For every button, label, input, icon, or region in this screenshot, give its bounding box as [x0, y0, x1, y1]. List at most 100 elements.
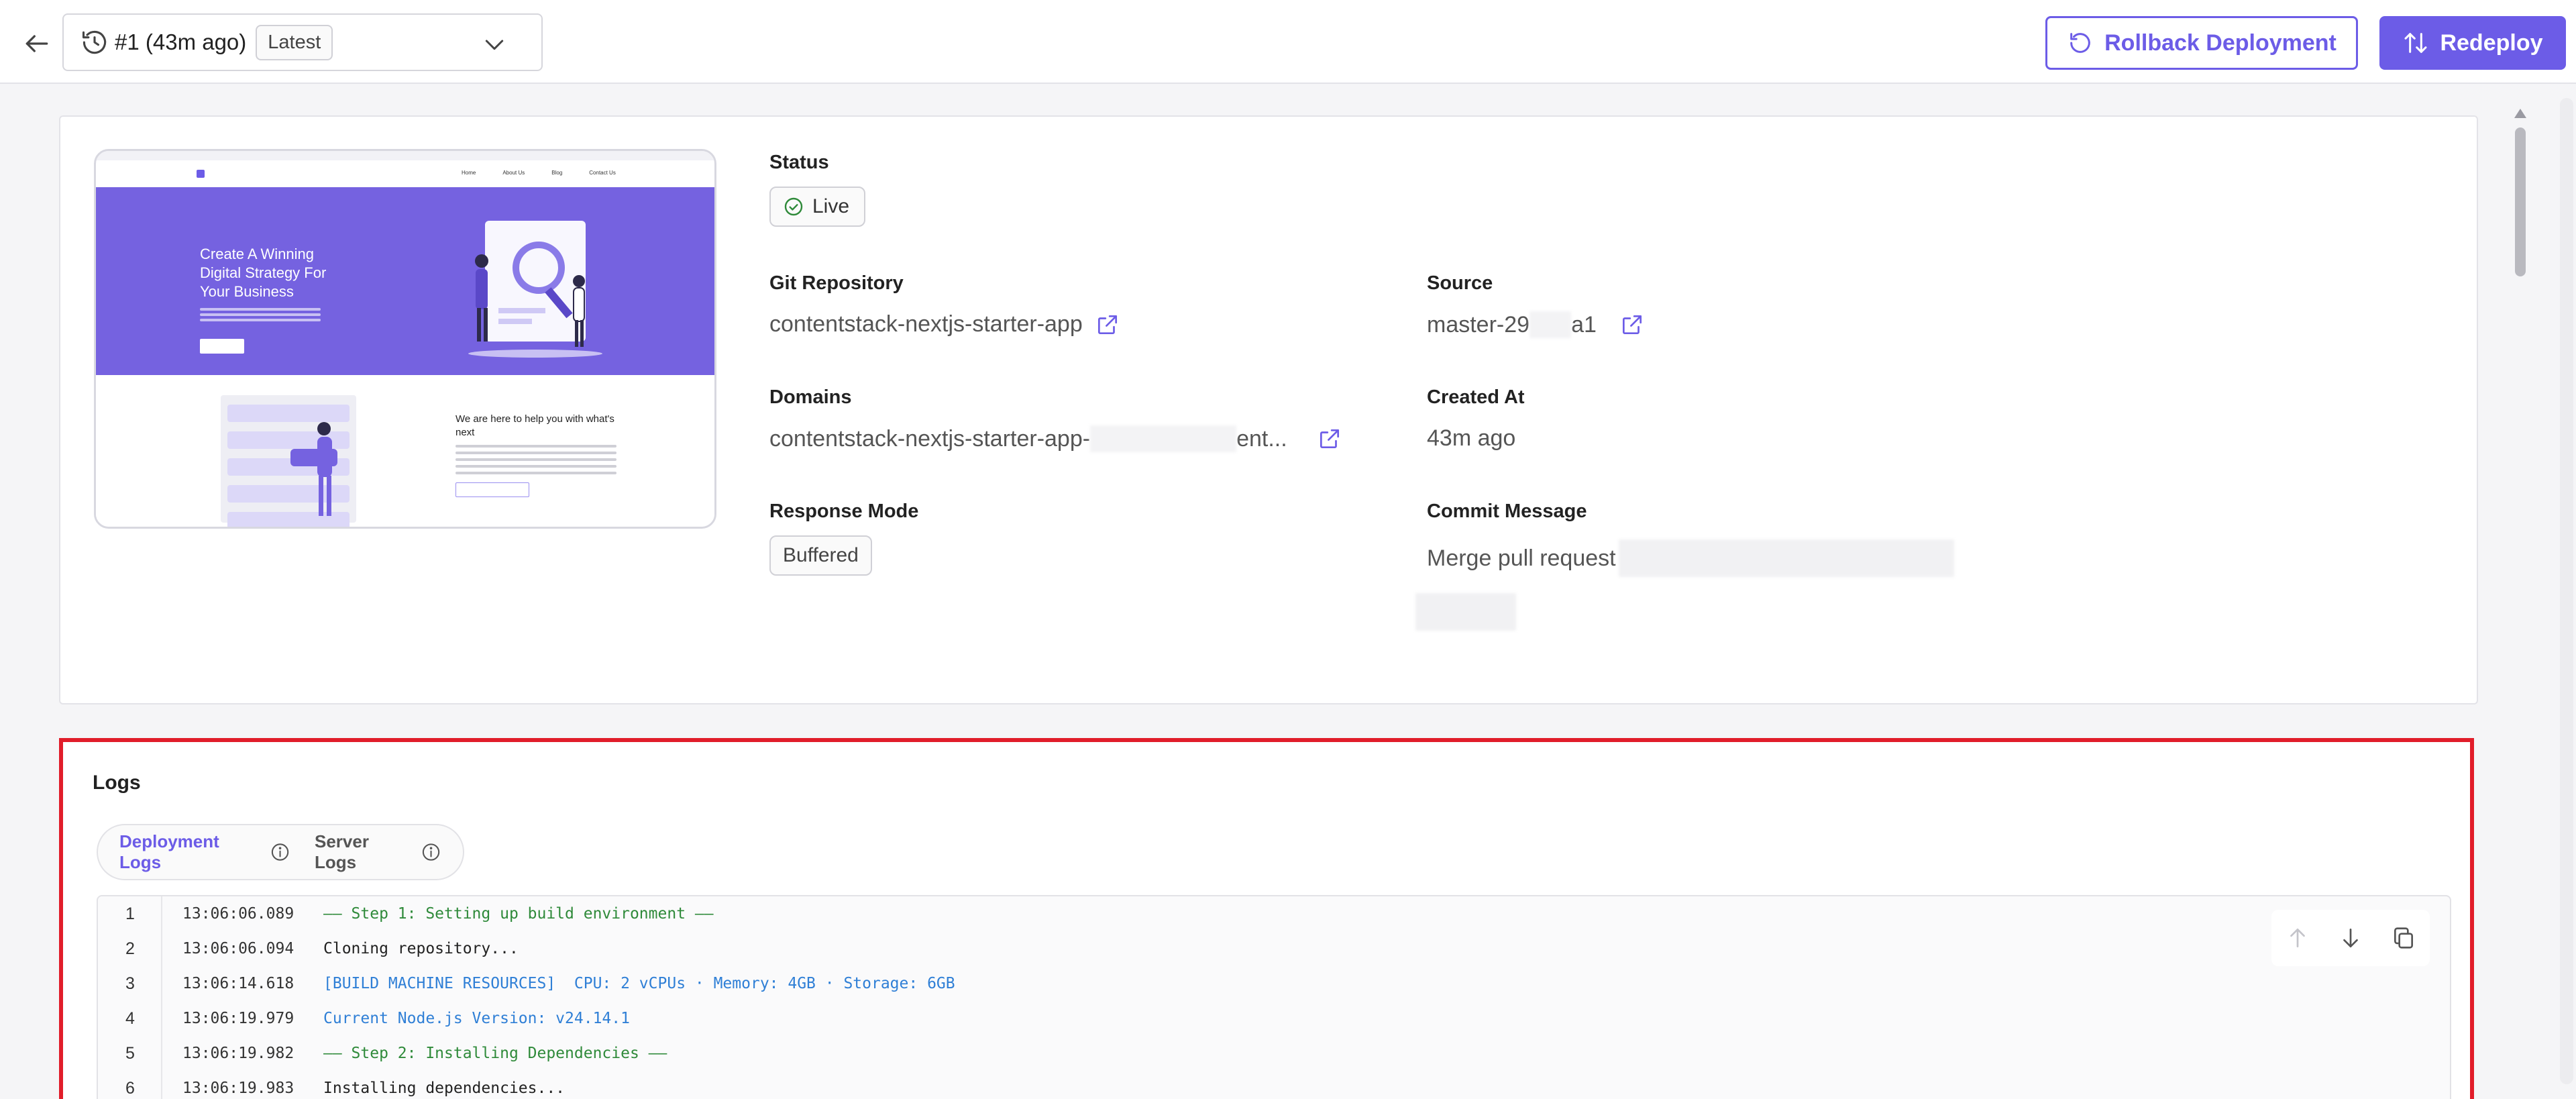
tab-deployment-logs-label: Deployment Logs — [119, 831, 219, 872]
rollback-icon — [2070, 33, 2090, 53]
preview-nav-link: Contact Us — [589, 170, 616, 176]
log-line: 3 13:06:14.618 [BUILD MACHINE RESOURCES]… — [98, 966, 2450, 1001]
log-timestamp: 13:06:19.983 — [182, 1080, 294, 1097]
log-line: 6 13:06:19.983 Installing dependencies..… — [98, 1071, 2450, 1099]
preview-help-text — [455, 445, 616, 478]
logs-title: Logs — [93, 772, 141, 794]
top-bar: #1 (43m ago) Latest Rollback Deployment … — [0, 0, 2576, 84]
domains-label: Domains — [769, 386, 852, 408]
external-link-icon[interactable] — [1317, 426, 1342, 452]
domains-text-start: contentstack-nextjs-starter-app- — [769, 425, 1091, 452]
log-message: Cloning repository... — [323, 940, 519, 957]
site-preview-thumbnail[interactable]: Home About Us Blog Contact Us Create A W… — [94, 149, 716, 529]
source-text-start: master-29 — [1427, 311, 1530, 337]
git-repository-text: contentstack-nextjs-starter-app — [769, 311, 1083, 337]
copy-logs-button[interactable] — [2389, 923, 2418, 953]
log-message: [BUILD MACHINE RESOURCES] CPU: 2 vCPUs ·… — [323, 975, 955, 992]
commit-message-value: Merge pull request — [1427, 539, 1954, 577]
history-icon — [82, 30, 107, 54]
log-timestamp: 13:06:06.089 — [182, 905, 294, 923]
tab-deployment-logs[interactable]: Deployment Logs — [107, 822, 303, 882]
redeploy-icon — [2404, 33, 2427, 53]
status-badge: Live — [769, 187, 866, 227]
log-timestamp: 13:06:19.979 — [182, 1010, 294, 1027]
status-label: Status — [769, 152, 829, 173]
back-arrow-icon — [25, 35, 48, 52]
source-text-end: a1 — [1571, 311, 1597, 337]
arrow-down-icon — [2343, 928, 2358, 948]
scrollbar-thumb[interactable] — [2515, 127, 2526, 276]
log-message: Current Node.js Version: v24.14.1 — [323, 1010, 630, 1027]
logs-tab-group: Deployment Logs Server Logs — [97, 824, 464, 880]
scroll-to-top-button[interactable] — [2283, 923, 2312, 953]
preview-hero-title: Create A Winning Digital Strategy For Yo… — [200, 246, 327, 300]
deployment-log-viewer[interactable]: 1 13:06:06.089 —— Step 1: Setting up bui… — [97, 895, 2451, 1099]
redacted-text — [1415, 593, 1516, 631]
preview-lower-section: We are here to help you with what's next — [96, 375, 714, 527]
info-icon[interactable] — [421, 841, 441, 863]
copy-icon — [2394, 927, 2413, 949]
git-repository-value: contentstack-nextjs-starter-app — [769, 311, 1120, 337]
log-timestamp: 13:06:19.982 — [182, 1045, 294, 1062]
back-button[interactable] — [19, 25, 55, 62]
log-message: Installing dependencies... — [323, 1080, 566, 1097]
window-scrollbar[interactable] — [2560, 98, 2573, 1084]
created-at-value: 43m ago — [1427, 425, 1516, 451]
log-line: 5 13:06:19.982 —— Step 2: Installing Dep… — [98, 1036, 2450, 1071]
preview-help-button — [455, 482, 529, 497]
log-timestamp: 13:06:06.094 — [182, 940, 294, 957]
log-timestamp: 13:06:14.618 — [182, 975, 294, 992]
preview-top-strip — [96, 151, 714, 160]
log-line-number: 4 — [125, 1008, 135, 1028]
arrow-up-icon — [2290, 928, 2306, 948]
redeploy-button[interactable]: Redeploy — [2379, 16, 2566, 70]
external-link-icon[interactable] — [1095, 312, 1120, 337]
log-line: 4 13:06:19.979 Current Node.js Version: … — [98, 1001, 2450, 1036]
domains-text-end: ent... — [1236, 425, 1287, 452]
source-value: master-29 a1 — [1427, 311, 1645, 338]
commit-message-label: Commit Message — [1427, 501, 1587, 522]
log-line: 2 13:06:06.094 Cloning repository... — [98, 931, 2450, 966]
info-icon[interactable] — [270, 841, 290, 863]
log-line-number: 5 — [125, 1043, 135, 1063]
preview-nav-link: Blog — [551, 170, 563, 176]
rollback-label: Rollback Deployment — [2104, 30, 2337, 56]
preview-person-illustration-icon — [290, 422, 337, 516]
log-line-number: 6 — [125, 1078, 135, 1098]
preview-hero-button — [200, 339, 244, 354]
preview-nav-link: Home — [462, 170, 476, 176]
log-line-number: 3 — [125, 974, 135, 993]
git-repository-label: Git Repository — [769, 272, 904, 294]
deployment-label: #1 (43m ago) — [115, 30, 247, 54]
log-line: 1 13:06:06.089 —— Step 1: Setting up bui… — [98, 896, 2450, 931]
log-actions-toolbar — [2271, 910, 2430, 966]
preview-nav: Home About Us Blog Contact Us — [96, 160, 714, 187]
created-at-label: Created At — [1427, 386, 1525, 408]
log-message: —— Step 1: Setting up build environment … — [323, 905, 714, 923]
redeploy-label: Redeploy — [2440, 30, 2543, 56]
scroll-up-arrow-icon[interactable] — [2512, 106, 2529, 121]
chevron-down-icon — [485, 40, 504, 50]
preview-hero: Create A Winning Digital Strategy For Yo… — [96, 187, 714, 375]
deployment-version-select[interactable]: #1 (43m ago) Latest — [62, 13, 543, 71]
response-mode-badge: Buffered — [769, 535, 872, 576]
preview-logo-icon — [197, 170, 205, 178]
tab-server-logs-label: Server Logs — [315, 831, 369, 872]
preview-hero-illustration-icon — [468, 221, 602, 358]
deployment-info-card: Home About Us Blog Contact Us Create A W… — [59, 115, 2478, 704]
external-link-icon[interactable] — [1619, 312, 1645, 337]
tab-server-logs[interactable]: Server Logs — [303, 822, 453, 882]
redacted-text — [1090, 425, 1237, 452]
logs-card: Logs Deployment Logs Server Logs 1 13:06… — [59, 738, 2474, 1099]
log-line-number: 2 — [125, 939, 135, 958]
redacted-text — [1618, 539, 1954, 577]
status-value: Live — [812, 195, 850, 217]
domains-value: contentstack-nextjs-starter-app- ent... — [769, 425, 1342, 452]
log-line-number: 1 — [125, 904, 135, 923]
preview-nav-links: Home About Us Blog Contact Us — [462, 170, 616, 176]
preview-help-title: We are here to help you with what's next — [455, 413, 614, 438]
source-label: Source — [1427, 272, 1493, 294]
log-message: —— Step 2: Installing Dependencies —— — [323, 1045, 667, 1062]
rollback-deployment-button[interactable]: Rollback Deployment — [2045, 16, 2358, 70]
scroll-to-bottom-button[interactable] — [2336, 923, 2365, 953]
